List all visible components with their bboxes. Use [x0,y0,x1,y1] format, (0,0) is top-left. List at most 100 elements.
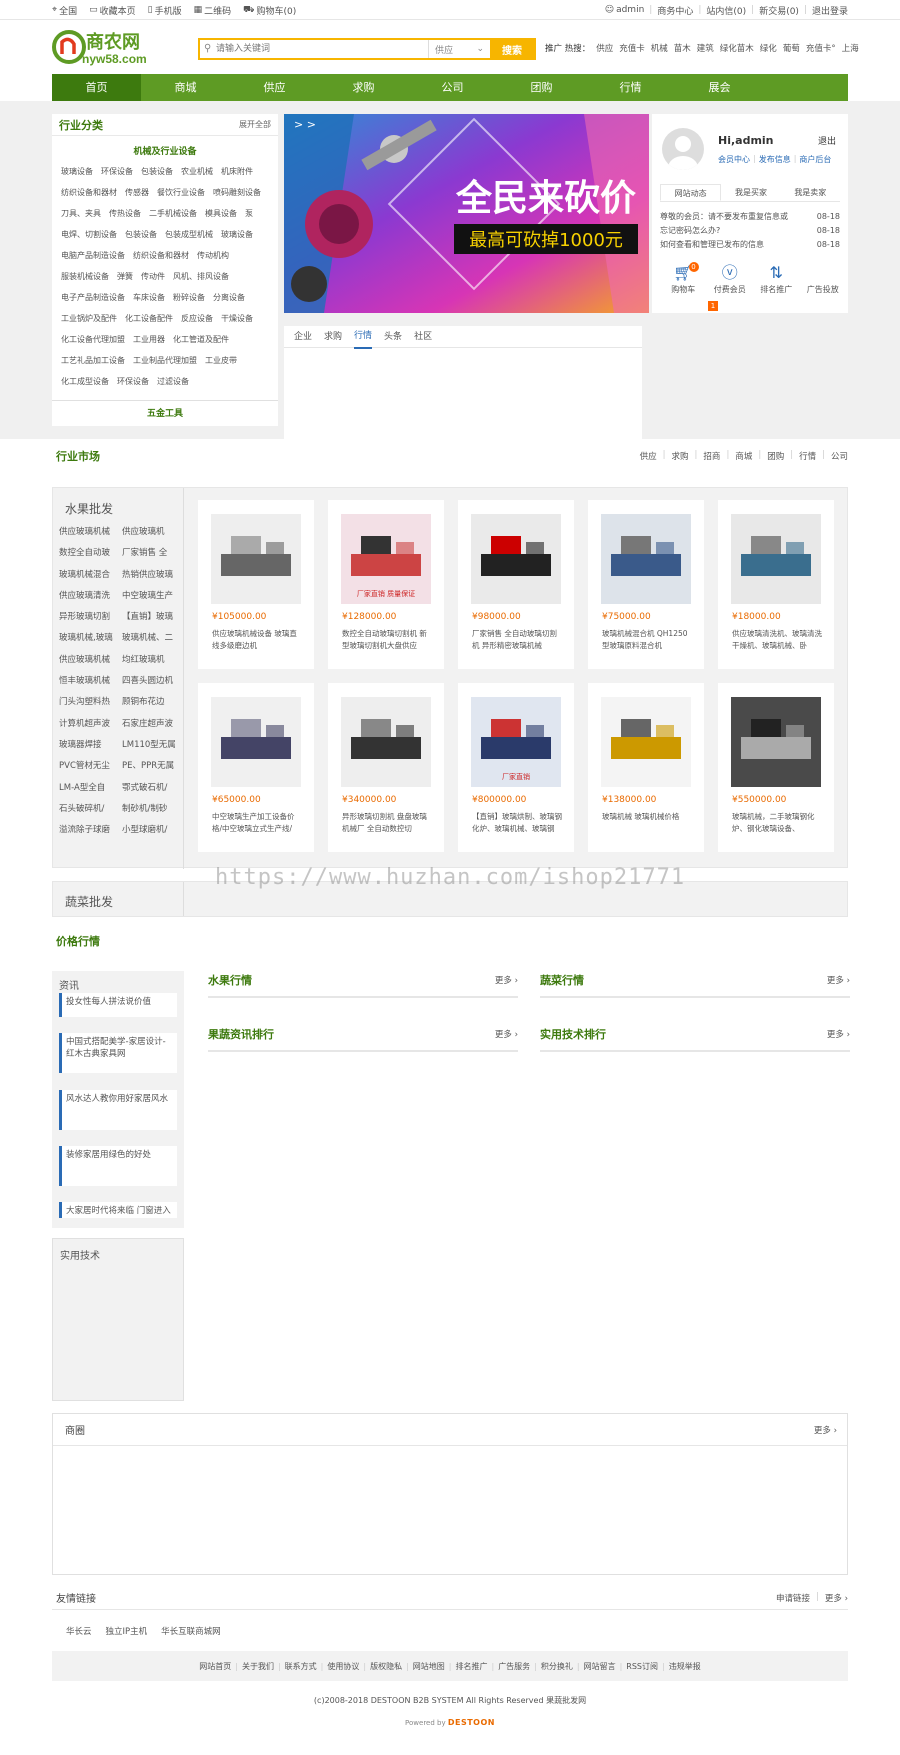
market-link[interactable]: 行情 [799,450,816,462]
product-card[interactable]: ¥550000.00 玻璃机械，二手玻璃钢化炉、钢化玻璃设备、 [718,683,834,852]
footer-link[interactable]: 网站首页 [199,1661,231,1672]
mobile-link[interactable]: ▯ 手机版 [148,4,182,17]
product-name[interactable]: 厂家销售 全自动玻璃切割机 异形精密玻璃机械 [472,628,564,652]
category-link[interactable]: 包装设备 [141,161,173,182]
footer-link[interactable]: 关于我们 [242,1661,274,1672]
market-tag[interactable]: 【直销】玻璃 [122,607,180,628]
category-link[interactable]: 传感器 [125,182,149,203]
market-tag[interactable]: 玻璃器焊接 [59,735,122,756]
bookmark-link[interactable]: ▭ 收藏本页 [89,4,136,17]
category-link[interactable]: 餐饮行业设备 [157,182,205,203]
category-link[interactable]: 刀具、夹具 [61,203,101,224]
market-tag[interactable]: 供应玻璃清洗 [59,586,122,607]
market-tag[interactable]: 顾铜布花边 [122,692,180,713]
tab-community[interactable]: 社区 [414,326,432,348]
hot-keyword[interactable]: 葡萄 [783,42,800,54]
nav-company[interactable]: 公司 [408,74,497,101]
category-link[interactable]: 弹簧 [117,266,133,287]
product-name[interactable]: 玻璃机械 玻璃机械价格 [602,811,694,835]
market-link[interactable]: 团购 [767,450,784,462]
market-tag[interactable]: 恒丰玻璃机械 [59,671,122,692]
region-link[interactable]: ⌖ 全国 [52,4,77,17]
category-link[interactable]: 化工管道及配件 [173,329,229,350]
market-tag[interactable]: PE、PPR无属 [122,756,180,777]
category-link[interactable]: 工艺礼品加工设备 [61,350,125,371]
apply-link[interactable]: 申请链接 [776,1592,810,1604]
category-link[interactable]: 包装成型机械 [165,224,213,245]
destoon-logo[interactable]: DESTOON [448,1718,495,1727]
footer-link[interactable]: 排名推广 [455,1661,487,1672]
product-image[interactable] [211,697,301,787]
ad-shortcut[interactable]: 广告投放 [800,262,847,295]
more-link[interactable]: 更多 › [825,1592,848,1604]
category-link[interactable]: 工业皮带 [205,350,237,371]
product-name[interactable]: 异形玻璃切割机 盘盘玻璃机械厂 全自动数控切 [342,811,434,835]
product-card[interactable]: ¥98000.00 厂家销售 全自动玻璃切割机 异形精密玻璃机械 [458,500,574,669]
category-link[interactable]: 传动机构 [197,245,229,266]
ranking-shortcut[interactable]: ⇅ 排名推广 [753,262,800,295]
footer-link[interactable]: 联系方式 [285,1661,317,1672]
qrcode-link[interactable]: ▦ 二维码 [194,4,232,17]
product-card[interactable]: ¥340000.00 异形玻璃切割机 盘盘玻璃机械厂 全自动数控切 [328,683,444,852]
market-tag[interactable]: LM-A型全自 [59,778,122,799]
product-name[interactable]: 数控全自动玻璃切割机 新型玻璃切割机大盘供应 [342,628,434,652]
category-link[interactable]: 风机、排风设备 [173,266,229,287]
market-tag[interactable]: 中空玻璃生产 [122,586,180,607]
info-card[interactable]: 装修家居用绿色的好处 [59,1146,177,1186]
footer-link[interactable]: 使用协议 [327,1661,359,1672]
more-link[interactable]: 更多 › [814,1424,837,1436]
product-image[interactable] [601,514,691,604]
product-image[interactable] [211,514,301,604]
market-tag[interactable]: PVC管材无尘 [59,756,122,777]
category-link[interactable]: 过滤设备 [157,371,189,392]
post-info-link[interactable]: 发布信息 [759,154,791,165]
category-link[interactable]: 工业制品代理加盟 [133,350,197,371]
more-link[interactable]: 更多 › [827,1028,850,1040]
market-tag[interactable]: 石头破碎机/ [59,799,122,820]
user-logout-link[interactable]: 退出 [818,134,836,147]
category-link[interactable]: 环保设备 [101,161,133,182]
category-link[interactable]: 二手机械设备 [149,203,197,224]
hot-keyword[interactable]: 充值卡 [619,42,645,54]
product-card[interactable]: ¥138000.00 玻璃机械 玻璃机械价格 [588,683,704,852]
category-link[interactable]: 传热设备 [109,203,141,224]
merchant-backend-link[interactable]: 商户后台 [799,154,831,165]
product-card[interactable]: ¥105000.00 供应玻璃机械设备 玻璃直线多级磨边机 [198,500,314,669]
market-tag[interactable]: 均红玻璃机 [122,650,180,671]
product-card[interactable]: ¥75000.00 玻璃机械混合机 QH1250型玻璃原料混合机 [588,500,704,669]
market-tag[interactable]: 异形玻璃切割 [59,607,122,628]
market-tag[interactable]: 鄂式破石机/ [122,778,180,799]
market-tag[interactable]: 热销供应玻璃 [122,565,180,586]
market-tag[interactable]: 制砂机/制砂 [122,799,180,820]
nav-group[interactable]: 团购 [497,74,586,101]
product-image[interactable]: 厂家直销 质量保证 [341,514,431,604]
category-link[interactable]: 车床设备 [133,287,165,308]
tab-buying[interactable]: 求购 [324,326,342,348]
footer-link[interactable]: 网站地图 [413,1661,445,1672]
market-sidebar-title[interactable]: 水果批发 [53,488,183,522]
news-item[interactable]: 如何查看和管理已发布的信息 08-18 [660,238,840,252]
category-link[interactable]: 玻璃设备 [61,161,93,182]
tab-buyer[interactable]: 我是买家 [721,184,780,201]
product-card[interactable]: ¥18000.00 供应玻璃清洗机、玻璃清洗干燥机、玻璃机械、卧 [718,500,834,669]
market-tag[interactable]: 数控全自动玻 [59,543,122,564]
news-item[interactable]: 忘记密码怎么办? 08-18 [660,224,840,238]
tab-headlines[interactable]: 头条 [384,326,402,348]
expand-all-link[interactable]: 展开全部 [239,119,271,130]
news-item[interactable]: 尊敬的会员：请不要发布重复信息或 08-18 [660,210,840,224]
category-link[interactable]: 传动件 [141,266,165,287]
hot-keyword[interactable]: 建筑 [697,42,714,54]
category-link[interactable]: 化工设备配件 [125,308,173,329]
product-card[interactable]: 厂家直销 质量保证 ¥128000.00 数控全自动玻璃切割机 新型玻璃切割机大盘供… [328,500,444,669]
nav-home[interactable]: 首页 [52,74,141,101]
market-link[interactable]: 招商 [703,450,720,462]
category-link[interactable]: 电子产品制造设备 [61,287,125,308]
category-link[interactable]: 喷码雕刻设备 [213,182,261,203]
footer-link[interactable]: 网站留言 [584,1661,616,1672]
product-image[interactable]: 厂家直销 [471,697,561,787]
search-button[interactable]: 搜索 [490,40,534,58]
market-tag[interactable]: 供应玻璃机械 [59,650,122,671]
trades-link[interactable]: 新交易(0) [759,4,799,17]
market-tag[interactable]: 厂家销售 全 [122,543,180,564]
category-link[interactable]: 泵 [245,203,253,224]
